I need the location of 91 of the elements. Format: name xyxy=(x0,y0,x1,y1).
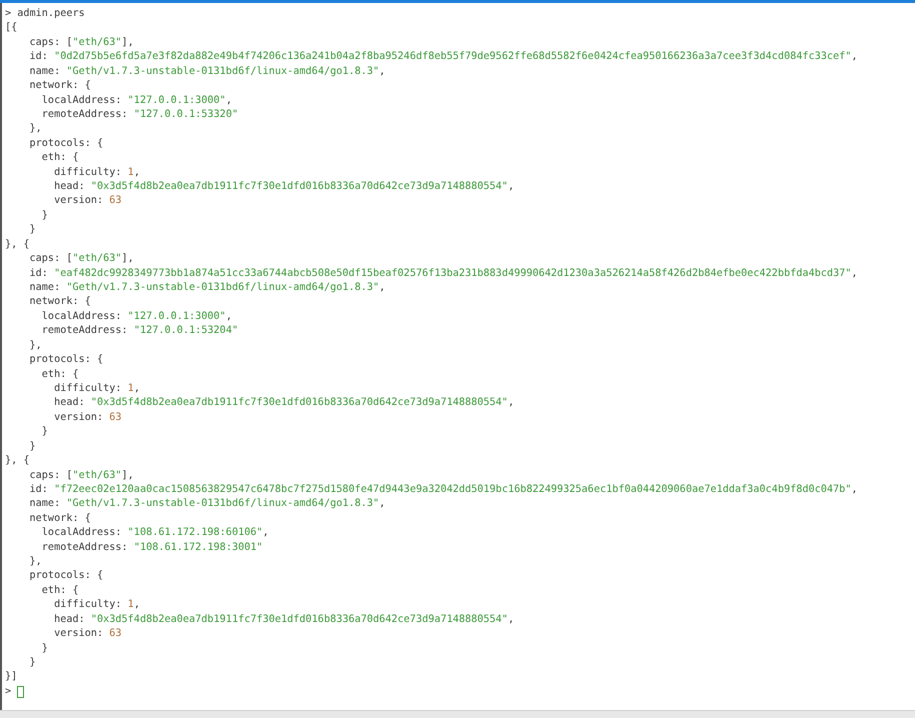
code-text: , xyxy=(851,484,858,495)
code-text: protocols: { xyxy=(28,138,104,149)
code-text: name: xyxy=(28,498,62,510)
code-text: caps: [ xyxy=(28,253,72,264)
code-text: }, xyxy=(28,123,42,134)
code-text: , xyxy=(226,94,232,106)
code-text: version: xyxy=(53,195,104,206)
number-value: 1 xyxy=(128,166,134,178)
code-text: } xyxy=(40,426,48,438)
string-value: "108.61.172.198:3001" xyxy=(134,542,263,553)
code-text: } xyxy=(28,224,36,236)
code-text: name: xyxy=(28,282,62,294)
code-text: ], xyxy=(122,253,134,264)
code-text: caps: [ xyxy=(28,36,72,48)
code-text: } xyxy=(40,210,48,221)
code-text: }, { xyxy=(5,455,30,466)
code-text: version: xyxy=(53,628,104,640)
code-text: difficulty: xyxy=(53,599,123,610)
code-text: head: xyxy=(53,397,86,408)
code-text: }] xyxy=(5,671,18,682)
code-text: , xyxy=(508,397,514,408)
code-text: [{ xyxy=(5,22,18,34)
code-text: localAddress: xyxy=(40,310,123,322)
code-text: id: xyxy=(28,484,49,495)
code-text: eth: { xyxy=(40,152,79,164)
string-value: "127.0.0.1:3000" xyxy=(128,310,226,322)
code-text: remoteAddress: xyxy=(40,542,129,553)
code-text: remoteAddress: xyxy=(40,325,129,336)
code-text: caps: [ xyxy=(28,470,72,480)
code-text: }, xyxy=(28,340,42,351)
code-text: , xyxy=(379,498,386,510)
string-value: "eth/63" xyxy=(72,36,122,48)
code-text: network: { xyxy=(28,80,91,92)
code-text: , xyxy=(851,268,858,279)
code-text: eth: { xyxy=(40,584,79,596)
string-value: "0d2d75b5e6fd5a7e3f82da882e49b4f74206c136a241b04a2f8ba95246df8eb55f79de9562ffe68d5582f6e0424cfea950166236a3a7cee3f3d4cd084fc33cef" xyxy=(54,51,852,62)
code-text: ], xyxy=(122,470,134,480)
string-value: "eaf482dc9928349773bb1a874a51cc33a6744abcb508e50df15beaf02576f13ba231b883d49990642d1230a3a526214a58f426d2b84efbe0ec422bbfda4bcd37" xyxy=(54,268,852,279)
code-text: , xyxy=(134,166,140,178)
string-value: "0x3d5f4d8b2ea0ea7db1911fc7f30e1dfd016b8336a70d642ce73d9a7148880554" xyxy=(90,614,508,625)
code-text: , xyxy=(134,599,140,610)
code-text: } xyxy=(28,440,36,452)
code-text: , xyxy=(379,282,386,294)
string-value: "127.0.0.1:3000" xyxy=(128,94,226,106)
number-value: 63 xyxy=(109,628,122,640)
string-value: "f72eec02e120aa0cac1508563829547c6478bc7f275d1580fe47d9443e9a32042dd5019bc16b822499325a6ec1bf0a044209060ae7e1ddaf3a0c4b9f8d0c047b" xyxy=(54,484,852,495)
number-value: 1 xyxy=(128,599,134,610)
code-text: , xyxy=(851,51,858,62)
string-value: "108.61.172.198:60106" xyxy=(128,527,263,538)
code-text: difficulty: xyxy=(53,382,123,394)
code-text: , xyxy=(508,614,514,625)
string-value: "127.0.0.1:53204" xyxy=(134,325,238,336)
code-text: head: xyxy=(53,181,86,192)
string-value: "eth/63" xyxy=(72,470,122,480)
string-value: "0x3d5f4d8b2ea0ea7db1911fc7f30e1dfd016b8336a70d642ce73d9a7148880554" xyxy=(90,181,508,192)
code-text: }, xyxy=(28,556,42,568)
string-value: "eth/63" xyxy=(72,253,122,264)
code-text: , xyxy=(379,66,386,77)
code-text: protocols: { xyxy=(28,570,104,582)
string-value: "127.0.0.1:53320" xyxy=(134,108,238,120)
code-text: }, { xyxy=(5,238,30,250)
string-value: "Geth/v1.7.3-unstable-0131bd6f/linux-amd64/go1.8.3" xyxy=(66,282,380,294)
string-value: "Geth/v1.7.3-unstable-0131bd6f/linux-amd64/go1.8.3" xyxy=(66,498,380,510)
code-text: localAddress: xyxy=(40,94,123,106)
string-value: "0x3d5f4d8b2ea0ea7db1911fc7f30e1dfd016b8336a70d642ce73d9a7148880554" xyxy=(90,397,508,408)
code-text: > admin.peers xyxy=(5,8,85,19)
code-text: version: xyxy=(53,412,104,423)
code-text: ], xyxy=(122,36,134,48)
code-text: network: { xyxy=(28,296,91,308)
code-text: remoteAddress: xyxy=(40,108,129,120)
code-text: , xyxy=(134,382,140,394)
number-value: 63 xyxy=(109,412,122,423)
code-text: } xyxy=(40,642,48,654)
number-value: 63 xyxy=(109,195,122,206)
prompt-symbol: > xyxy=(5,684,12,699)
string-value: "Geth/v1.7.3-unstable-0131bd6f/linux-amd64/go1.8.3" xyxy=(66,66,380,77)
code-text: eth: { xyxy=(40,368,79,380)
code-text: protocols: { xyxy=(28,354,104,366)
code-text: id: xyxy=(28,51,49,62)
code-text: , xyxy=(508,181,514,192)
code-text: name: xyxy=(28,66,62,77)
code-text: difficulty: xyxy=(53,166,123,178)
number-value: 1 xyxy=(128,382,134,394)
code-text: head: xyxy=(53,614,86,625)
code-text: localAddress: xyxy=(40,527,123,538)
code-text: id: xyxy=(28,268,49,279)
code-text: } xyxy=(28,656,36,668)
code-text: network: { xyxy=(28,512,91,524)
input-field[interactable] xyxy=(17,686,24,698)
code-text: , xyxy=(226,310,232,322)
code-text: , xyxy=(262,527,269,538)
